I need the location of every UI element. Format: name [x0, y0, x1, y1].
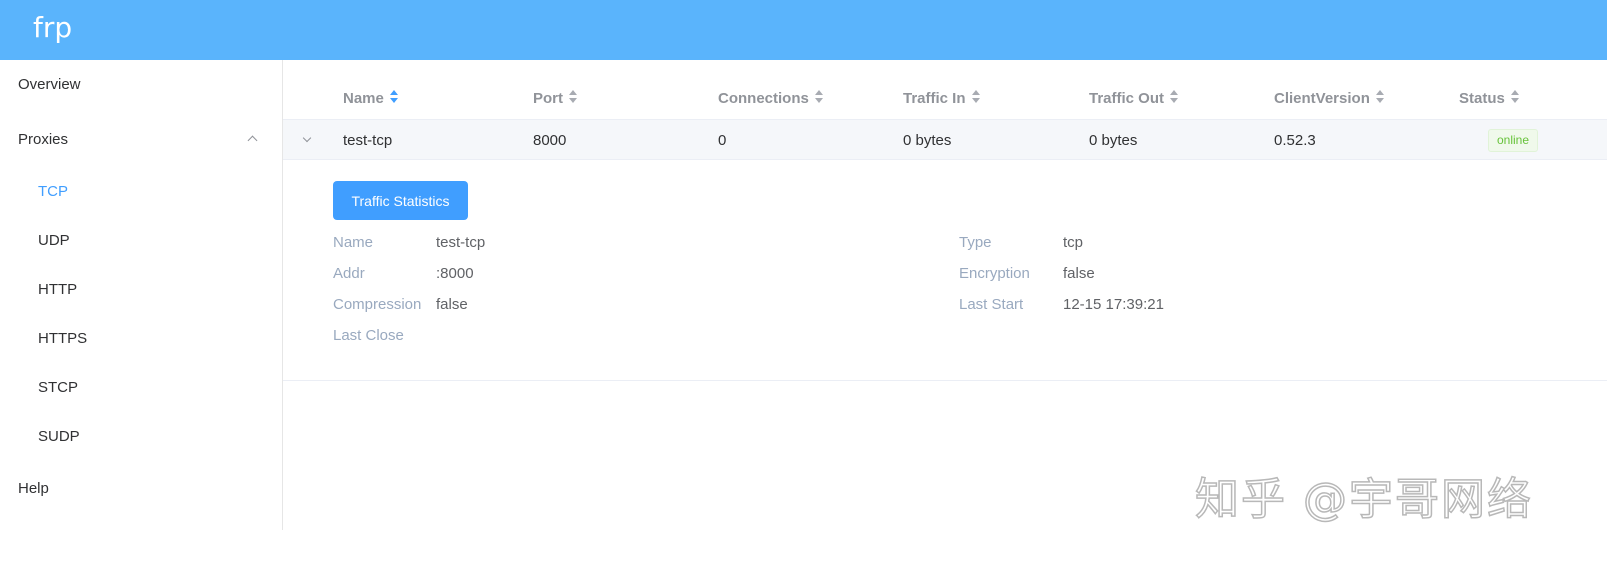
sort-icon[interactable]: [814, 90, 824, 104]
sidebar-item-label: SUDP: [38, 428, 80, 445]
detail-label-last-start: Last Start: [959, 296, 1024, 313]
sort-icon[interactable]: [569, 90, 578, 104]
sidebar-item-overview[interactable]: Overview: [0, 60, 282, 110]
sidebar-item-help[interactable]: Help: [0, 464, 282, 514]
sidebar-item-udp[interactable]: UDP: [0, 216, 282, 266]
status-badge: online: [1488, 129, 1539, 152]
sort-icon[interactable]: [1510, 90, 1520, 104]
detail-value-encryption: false: [1063, 265, 1095, 282]
sort-icon[interactable]: [971, 90, 981, 104]
sidebar-item-label: HTTP: [38, 281, 78, 298]
detail-value-last-start: 12-15 17:39:21: [1063, 296, 1164, 313]
sidebar-item-https[interactable]: HTTPS: [0, 314, 282, 364]
table-row[interactable]: test-tcp 8000 0 0 bytes 0 bytes 0.52.3 o…: [283, 119, 1607, 160]
sort-icon[interactable]: [1375, 90, 1385, 104]
sidebar: Overview Proxies TCP UDP HTTP HTTPS STCP…: [0, 60, 283, 530]
cell-connections: 0: [718, 132, 727, 149]
chevron-down-icon: [302, 133, 312, 143]
cell-traffic-out: 0 bytes: [1089, 132, 1138, 149]
column-header-client-version[interactable]: ClientVersion: [1274, 89, 1385, 109]
table-header: Name Port Connections Traffic In Traffic…: [283, 78, 1607, 120]
sidebar-item-label: TCP: [38, 183, 68, 200]
sidebar-item-label: Proxies: [18, 131, 69, 148]
column-header-status[interactable]: Status: [1459, 89, 1520, 109]
sidebar-item-label: STCP: [38, 379, 79, 396]
watermark: 知乎 @宇哥网络: [1194, 473, 1533, 526]
detail-label-last-close: Last Close: [333, 327, 404, 344]
detail-value-addr: :8000: [436, 265, 474, 282]
column-header-connections[interactable]: Connections: [718, 89, 824, 109]
cell-name: test-tcp: [343, 132, 393, 149]
column-header-traffic-out[interactable]: Traffic Out: [1089, 89, 1179, 109]
column-header-name[interactable]: Name: [343, 89, 399, 109]
detail-label-addr: Addr: [333, 265, 365, 282]
app-logo[interactable]: frp: [33, 12, 72, 44]
cell-port: 8000: [533, 132, 567, 149]
detail-label-compression: Compression: [333, 296, 422, 313]
detail-label-type: Type: [959, 234, 992, 251]
row-details-panel: Traffic Statistics Name test-tcp Addr :8…: [283, 161, 1607, 381]
detail-label-name: Name: [333, 234, 374, 251]
detail-label-encryption: Encryption: [959, 265, 1030, 282]
sidebar-item-label: Help: [18, 480, 49, 497]
cell-traffic-in: 0 bytes: [903, 132, 952, 149]
detail-value-compression: false: [436, 296, 468, 313]
traffic-statistics-button[interactable]: Traffic Statistics: [333, 181, 468, 220]
sort-icon[interactable]: [1170, 90, 1179, 104]
sidebar-item-proxies[interactable]: Proxies: [0, 115, 282, 165]
sort-icon[interactable]: [389, 90, 399, 104]
detail-value-name: test-tcp: [436, 234, 486, 251]
sidebar-item-sudp[interactable]: SUDP: [0, 412, 282, 462]
sidebar-item-label: HTTPS: [38, 330, 88, 347]
column-header-traffic-in[interactable]: Traffic In: [903, 89, 981, 109]
cell-client-version: 0.52.3: [1274, 132, 1316, 149]
app-header: frp: [0, 0, 1607, 60]
sidebar-item-http[interactable]: HTTP: [0, 265, 282, 315]
chevron-up-icon: [247, 135, 258, 146]
expand-row-toggle[interactable]: [299, 132, 315, 148]
sidebar-item-label: Overview: [18, 76, 81, 93]
sidebar-item-tcp[interactable]: TCP: [0, 167, 282, 217]
column-header-port[interactable]: Port: [533, 89, 578, 109]
sidebar-item-label: UDP: [38, 232, 70, 249]
detail-value-type: tcp: [1063, 234, 1084, 251]
sidebar-item-stcp[interactable]: STCP: [0, 363, 282, 413]
